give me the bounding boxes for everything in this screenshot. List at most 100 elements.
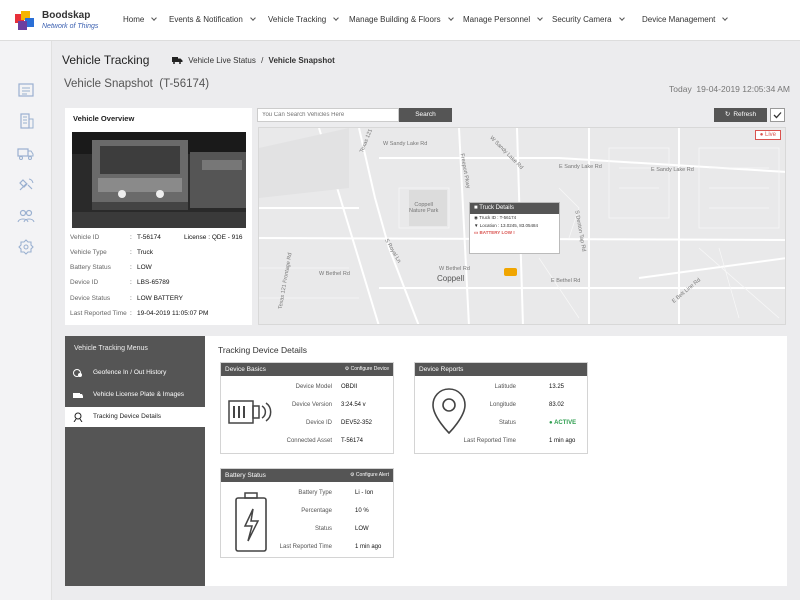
- license-plate-icon: [73, 393, 83, 398]
- configure-alert-button[interactable]: ⚙ Configure Alert: [350, 472, 389, 478]
- popup-alert-text: BATTERY LOW !: [479, 230, 515, 235]
- nav-home[interactable]: Home: [123, 15, 158, 24]
- map-label: E Sandy Lake Rd: [651, 167, 694, 173]
- longitude-label: Longitude: [489, 402, 516, 408]
- battery-last-reported-label: Last Reported Time: [279, 544, 332, 550]
- page-title: Vehicle Tracking: [62, 53, 150, 67]
- license-value: License : QDE - 916: [184, 234, 243, 241]
- chevron-down-icon: [618, 15, 625, 21]
- nav-vehicle-tracking[interactable]: Vehicle Tracking: [268, 15, 340, 24]
- card-title: Device Reports: [419, 366, 464, 373]
- nav-device-management[interactable]: Device Management: [642, 15, 729, 24]
- vehicle-snapshot-title: Vehicle Snapshot (T-56174): [64, 78, 210, 90]
- breadcrumb-current: Vehicle Snapshot: [268, 56, 335, 65]
- menu-heading: Vehicle Tracking Menus: [74, 345, 148, 352]
- map-label: E Sandy Lake Rd: [559, 164, 602, 170]
- card-header: Battery Status ⚙ Configure Alert: [221, 469, 393, 482]
- dashboard-icon[interactable]: [17, 82, 35, 98]
- battery-type-value: Li - Ion: [355, 490, 374, 496]
- vehicle-tracking-menu: Vehicle Tracking Menus Geofence In / Out…: [65, 336, 205, 586]
- card-header: Device Reports: [415, 363, 587, 376]
- chevron-down-icon: [333, 15, 340, 21]
- connected-asset-value: T-56174: [341, 438, 364, 444]
- nav-manage-building[interactable]: Manage Building & Floors: [349, 15, 454, 24]
- connected-asset-label: Connected Asset: [286, 438, 332, 444]
- colon: :: [130, 310, 132, 317]
- popup-battery-alert: ▭ BATTERY LOW !: [470, 229, 559, 237]
- overview-value: 19-04-2019 11:05:07 PM: [137, 310, 209, 317]
- brand-tagline: Network of Things: [42, 23, 99, 30]
- device-version-label: Device Version: [291, 402, 332, 408]
- device-model-value: OBDII: [341, 384, 358, 390]
- menu-item-tracking-device[interactable]: Tracking Device Details: [65, 407, 205, 427]
- search-button[interactable]: Search: [399, 108, 452, 122]
- popup-truck-id-text: Truck ID : T-56174: [479, 215, 517, 220]
- battery-status-card: Battery Status ⚙ Configure Alert Battery…: [220, 468, 394, 558]
- active-dot-icon: ●: [549, 420, 553, 426]
- map-label: W Sandy Lake Rd: [383, 141, 428, 147]
- device-model-label: Device Model: [295, 384, 332, 390]
- configure-alert-label: Configure Alert: [355, 472, 389, 478]
- refresh-icon: ↻: [724, 111, 731, 118]
- vehicle-map[interactable]: Texas 121 W Sandy Lake Rd W Sandy Lake R…: [258, 127, 786, 325]
- breadcrumb: Vehicle Live Status / Vehicle Snapshot: [172, 56, 335, 65]
- colon: :: [130, 279, 132, 286]
- vehicle-photo: [72, 132, 246, 228]
- live-badge[interactable]: ● Live: [754, 130, 781, 140]
- menu-item-license-plate[interactable]: Vehicle License Plate & Images: [65, 385, 205, 405]
- nav-manage-personnel[interactable]: Manage Personnel: [463, 15, 543, 24]
- chevron-down-icon: [249, 15, 256, 21]
- menu-item-label: Tracking Device Details: [93, 413, 162, 420]
- percentage-label: Percentage: [301, 508, 332, 514]
- users-icon[interactable]: [17, 208, 35, 224]
- location-pin-icon: [432, 388, 466, 435]
- nav-home-label: Home: [123, 15, 145, 24]
- status-value: ACTIVE: [554, 420, 577, 426]
- settings-icon[interactable]: [17, 239, 35, 255]
- device-reports-card: Device Reports Latitude 13.25 Longitude …: [414, 362, 588, 454]
- truck-icon[interactable]: [17, 145, 35, 161]
- map-label: Coppell Nature Park: [409, 202, 439, 214]
- truck-marker-icon[interactable]: [504, 268, 517, 276]
- satellite-icon[interactable]: [17, 177, 35, 193]
- battery-last-reported-value: 1 min ago: [355, 544, 382, 550]
- brand-logo[interactable]: Boodskap Network of Things: [14, 8, 124, 36]
- device-id-label: Device ID: [305, 420, 332, 426]
- map-label: Coppell: [437, 274, 465, 283]
- nav-camera-label: Security Camera: [552, 15, 612, 24]
- checkbox-toggle[interactable]: [770, 108, 785, 122]
- nav-events-notification[interactable]: Events & Notification: [169, 15, 256, 24]
- breadcrumb-parent[interactable]: Vehicle Live Status: [188, 56, 256, 65]
- refresh-button[interactable]: ↻ Refresh: [714, 108, 767, 122]
- live-label: Live: [764, 132, 776, 138]
- nav-events-label: Events & Notification: [169, 15, 243, 24]
- menu-item-label: Vehicle License Plate & Images: [93, 391, 185, 398]
- configure-device-button[interactable]: ⚙ Configure Device: [345, 366, 389, 372]
- nav-security-camera[interactable]: Security Camera: [552, 15, 625, 24]
- battery-status-label: Status: [314, 526, 332, 532]
- overview-value: LOW: [137, 264, 152, 271]
- popup-location-text: Location : 13.0245, 83.05484: [479, 223, 539, 228]
- popup-header: ■ Truck Details: [470, 203, 559, 214]
- battery-charging-icon: [235, 492, 267, 552]
- vehicle-id-value: T-56174: [137, 234, 161, 241]
- map-label: W Bethel Rd: [439, 266, 470, 272]
- popup-truck-id: ◉ Truck ID : T-56174: [470, 214, 559, 222]
- truck-icon: ■: [474, 205, 478, 211]
- menu-item-label: Geofence In / Out History: [93, 369, 167, 376]
- overview-value: Truck: [137, 249, 154, 256]
- chevron-down-icon: [447, 15, 454, 21]
- colon: :: [130, 264, 132, 271]
- vehicle-overview-card: Vehicle Overview Vehicle ID : T-56174 Li…: [65, 108, 252, 325]
- card-title: Battery Status: [225, 472, 266, 479]
- overview-label: Device ID: [70, 279, 99, 286]
- nav-vehicle-label: Vehicle Tracking: [268, 15, 327, 24]
- nav-device-label: Device Management: [642, 15, 716, 24]
- building-icon[interactable]: [17, 113, 35, 129]
- pin-icon: ▼: [474, 223, 479, 228]
- latitude-value: 13.25: [549, 384, 565, 390]
- truck-details-popup: ■ Truck Details ◉ Truck ID : T-56174 ▼ L…: [469, 202, 560, 254]
- battery-status-value: LOW: [355, 526, 369, 532]
- vehicle-search-input[interactable]: [257, 108, 399, 122]
- menu-item-geofence[interactable]: Geofence In / Out History: [65, 363, 205, 383]
